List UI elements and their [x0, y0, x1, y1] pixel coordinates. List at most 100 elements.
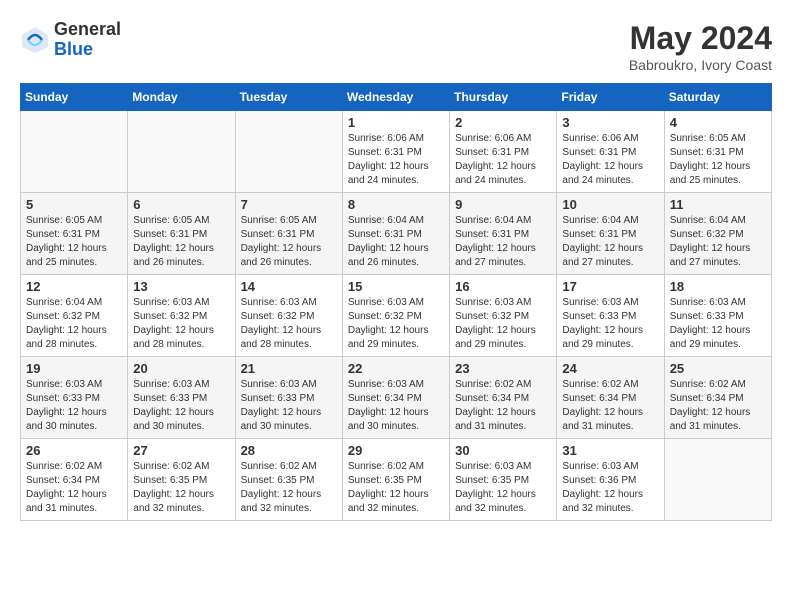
day-info: Sunrise: 6:03 AM Sunset: 6:32 PM Dayligh… [133, 296, 229, 352]
calendar-week-row: 12 Sunrise: 6:04 AM Sunset: 6:32 PM Dayli… [21, 275, 772, 357]
calendar-cell [128, 111, 235, 193]
calendar-cell: 11 Sunrise: 6:04 AM Sunset: 6:32 PM Dayli… [664, 193, 771, 275]
day-info: Sunrise: 6:04 AM Sunset: 6:32 PM Dayligh… [670, 214, 766, 270]
calendar-body: 1 Sunrise: 6:06 AM Sunset: 6:31 PM Daylig… [21, 111, 772, 521]
location-subtitle: Babroukro, Ivory Coast [629, 57, 772, 73]
day-number: 3 [562, 115, 658, 130]
day-number: 27 [133, 443, 229, 458]
day-number: 26 [26, 443, 122, 458]
day-number: 28 [241, 443, 337, 458]
calendar-cell: 25Sunrise: 6:02 AM Sunset: 6:34 PM Dayli… [664, 357, 771, 439]
calendar-week-row: 5 Sunrise: 6:05 AM Sunset: 6:31 PM Daylig… [21, 193, 772, 275]
weekday-header: Wednesday [342, 84, 449, 111]
day-info: Sunrise: 6:03 AM Sunset: 6:32 PM Dayligh… [455, 296, 551, 352]
day-number: 2 [455, 115, 551, 130]
calendar-cell: 16 Sunrise: 6:03 AM Sunset: 6:32 PM Dayli… [450, 275, 557, 357]
calendar-cell [664, 439, 771, 521]
day-info: Sunrise: 6:03 AM Sunset: 6:33 PM Dayligh… [241, 378, 337, 434]
weekday-header: Sunday [21, 84, 128, 111]
day-number: 21 [241, 361, 337, 376]
weekday-header: Friday [557, 84, 664, 111]
day-number: 29 [348, 443, 444, 458]
calendar-cell: 24Sunrise: 6:02 AM Sunset: 6:34 PM Dayli… [557, 357, 664, 439]
day-number: 13 [133, 279, 229, 294]
day-info: Sunrise: 6:03 AM Sunset: 6:33 PM Dayligh… [133, 378, 229, 434]
calendar-cell: 17 Sunrise: 6:03 AM Sunset: 6:33 PM Dayli… [557, 275, 664, 357]
day-info: Sunrise: 6:03 AM Sunset: 6:33 PM Dayligh… [562, 296, 658, 352]
day-number: 10 [562, 197, 658, 212]
day-number: 11 [670, 197, 766, 212]
calendar-cell: 29Sunrise: 6:02 AM Sunset: 6:35 PM Dayli… [342, 439, 449, 521]
day-number: 4 [670, 115, 766, 130]
calendar-cell: 19 Sunrise: 6:03 AM Sunset: 6:33 PM Dayli… [21, 357, 128, 439]
day-number: 7 [241, 197, 337, 212]
day-number: 8 [348, 197, 444, 212]
calendar-cell: 9Sunrise: 6:04 AM Sunset: 6:31 PM Daylig… [450, 193, 557, 275]
logo-icon [20, 25, 50, 55]
calendar-cell: 15 Sunrise: 6:03 AM Sunset: 6:32 PM Dayli… [342, 275, 449, 357]
month-year-title: May 2024 [629, 20, 772, 57]
calendar-cell: 3Sunrise: 6:06 AM Sunset: 6:31 PM Daylig… [557, 111, 664, 193]
calendar-cell: 23 Sunrise: 6:02 AM Sunset: 6:34 PM Dayli… [450, 357, 557, 439]
day-info: Sunrise: 6:05 AM Sunset: 6:31 PM Dayligh… [241, 214, 337, 270]
day-info: Sunrise: 6:04 AM Sunset: 6:31 PM Dayligh… [562, 214, 658, 270]
day-number: 12 [26, 279, 122, 294]
day-number: 20 [133, 361, 229, 376]
day-info: Sunrise: 6:04 AM Sunset: 6:32 PM Dayligh… [26, 296, 122, 352]
day-number: 22 [348, 361, 444, 376]
day-info: Sunrise: 6:06 AM Sunset: 6:31 PM Dayligh… [455, 132, 551, 188]
calendar-cell: 10 Sunrise: 6:04 AM Sunset: 6:31 PM Dayli… [557, 193, 664, 275]
day-number: 19 [26, 361, 122, 376]
day-info: Sunrise: 6:03 AM Sunset: 6:34 PM Dayligh… [348, 378, 444, 434]
calendar-cell: 22 Sunrise: 6:03 AM Sunset: 6:34 PM Dayli… [342, 357, 449, 439]
day-info: Sunrise: 6:04 AM Sunset: 6:31 PM Dayligh… [455, 214, 551, 270]
day-info: Sunrise: 6:02 AM Sunset: 6:35 PM Dayligh… [133, 460, 229, 516]
calendar-cell [21, 111, 128, 193]
calendar-cell: 31Sunrise: 6:03 AM Sunset: 6:36 PM Dayli… [557, 439, 664, 521]
calendar-cell: 4Sunrise: 6:05 AM Sunset: 6:31 PM Daylig… [664, 111, 771, 193]
calendar-cell: 1Sunrise: 6:06 AM Sunset: 6:31 PM Daylig… [342, 111, 449, 193]
calendar-cell: 13 Sunrise: 6:03 AM Sunset: 6:32 PM Dayli… [128, 275, 235, 357]
logo-text: General Blue [54, 20, 121, 60]
calendar-cell: 14 Sunrise: 6:03 AM Sunset: 6:32 PM Dayli… [235, 275, 342, 357]
day-number: 17 [562, 279, 658, 294]
logo-general: General [54, 20, 121, 40]
day-info: Sunrise: 6:03 AM Sunset: 6:32 PM Dayligh… [241, 296, 337, 352]
day-info: Sunrise: 6:03 AM Sunset: 6:32 PM Dayligh… [348, 296, 444, 352]
calendar-week-row: 19 Sunrise: 6:03 AM Sunset: 6:33 PM Dayli… [21, 357, 772, 439]
day-info: Sunrise: 6:02 AM Sunset: 6:34 PM Dayligh… [670, 378, 766, 434]
day-number: 16 [455, 279, 551, 294]
calendar-header-row: SundayMondayTuesdayWednesdayThursdayFrid… [21, 84, 772, 111]
day-info: Sunrise: 6:03 AM Sunset: 6:33 PM Dayligh… [26, 378, 122, 434]
weekday-header: Thursday [450, 84, 557, 111]
page-header: General Blue May 2024 Babroukro, Ivory C… [20, 20, 772, 73]
calendar-cell: 27 Sunrise: 6:02 AM Sunset: 6:35 PM Dayli… [128, 439, 235, 521]
day-info: Sunrise: 6:05 AM Sunset: 6:31 PM Dayligh… [133, 214, 229, 270]
day-info: Sunrise: 6:03 AM Sunset: 6:36 PM Dayligh… [562, 460, 658, 516]
day-info: Sunrise: 6:02 AM Sunset: 6:34 PM Dayligh… [455, 378, 551, 434]
calendar-cell: 8Sunrise: 6:04 AM Sunset: 6:31 PM Daylig… [342, 193, 449, 275]
day-info: Sunrise: 6:03 AM Sunset: 6:35 PM Dayligh… [455, 460, 551, 516]
calendar-cell: 5 Sunrise: 6:05 AM Sunset: 6:31 PM Daylig… [21, 193, 128, 275]
day-number: 6 [133, 197, 229, 212]
calendar-week-row: 1 Sunrise: 6:06 AM Sunset: 6:31 PM Daylig… [21, 111, 772, 193]
calendar-cell: 12 Sunrise: 6:04 AM Sunset: 6:32 PM Dayli… [21, 275, 128, 357]
calendar-table: SundayMondayTuesdayWednesdayThursdayFrid… [20, 83, 772, 521]
calendar-week-row: 26Sunrise: 6:02 AM Sunset: 6:34 PM Dayli… [21, 439, 772, 521]
weekday-header: Saturday [664, 84, 771, 111]
day-number: 15 [348, 279, 444, 294]
calendar-cell: 2 Sunrise: 6:06 AM Sunset: 6:31 PM Daylig… [450, 111, 557, 193]
day-number: 14 [241, 279, 337, 294]
day-number: 1 [348, 115, 444, 130]
day-info: Sunrise: 6:02 AM Sunset: 6:35 PM Dayligh… [241, 460, 337, 516]
day-info: Sunrise: 6:02 AM Sunset: 6:34 PM Dayligh… [562, 378, 658, 434]
calendar-cell: 30Sunrise: 6:03 AM Sunset: 6:35 PM Dayli… [450, 439, 557, 521]
day-info: Sunrise: 6:05 AM Sunset: 6:31 PM Dayligh… [26, 214, 122, 270]
day-info: Sunrise: 6:03 AM Sunset: 6:33 PM Dayligh… [670, 296, 766, 352]
day-number: 5 [26, 197, 122, 212]
weekday-header: Monday [128, 84, 235, 111]
logo: General Blue [20, 20, 121, 60]
day-number: 23 [455, 361, 551, 376]
calendar-cell: 7 Sunrise: 6:05 AM Sunset: 6:31 PM Daylig… [235, 193, 342, 275]
calendar-cell: 28 Sunrise: 6:02 AM Sunset: 6:35 PM Dayli… [235, 439, 342, 521]
